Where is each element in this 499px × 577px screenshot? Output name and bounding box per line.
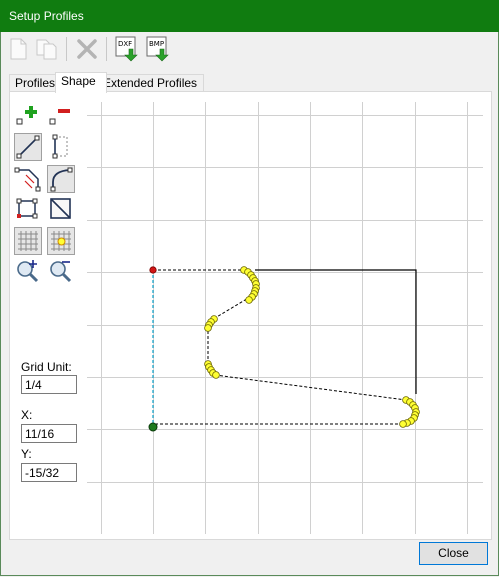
diagonal-shape-tool[interactable]: [47, 195, 75, 223]
zoom-in-icon[interactable]: [14, 257, 42, 285]
grid-unit-label: Grid Unit:: [21, 360, 72, 374]
toolbar: DXF BMP: [1, 32, 498, 68]
profile-arc-points: [204, 266, 420, 428]
remove-point-button[interactable]: [47, 102, 75, 130]
grid-lines: [87, 102, 483, 534]
delete-icon[interactable]: [73, 35, 101, 63]
y-coordinate-label: Y:: [21, 447, 32, 461]
end-point: [148, 422, 158, 432]
x-coordinate-field[interactable]: [21, 424, 77, 443]
grid-toggle-icon[interactable]: [14, 227, 42, 255]
grid-unit-field[interactable]: [21, 375, 77, 394]
bmp-label: BMP: [149, 40, 165, 48]
draw-line-tool[interactable]: [14, 133, 42, 161]
draw-arc-tool[interactable]: [47, 165, 75, 193]
tab-shape[interactable]: Shape: [55, 72, 107, 93]
y-coordinate-field[interactable]: [21, 463, 77, 482]
zoom-out-icon[interactable]: [47, 257, 75, 285]
import-dxf-button[interactable]: DXF: [113, 35, 141, 63]
profile-dashed-edges: [153, 269, 407, 425]
x-coordinate-label: X:: [21, 408, 33, 422]
copy-profile-icon[interactable]: [33, 35, 61, 63]
fillet-corner-tool[interactable]: [14, 165, 42, 193]
close-button[interactable]: Close: [419, 542, 488, 565]
add-point-button[interactable]: [14, 102, 42, 130]
profile-solid-edge: [255, 269, 417, 394]
dxf-label: DXF: [118, 40, 133, 48]
shape-canvas[interactable]: [87, 102, 483, 534]
import-bmp-button[interactable]: BMP: [144, 35, 172, 63]
shape-panel: Grid Unit: X: Y:: [9, 91, 492, 540]
rectangle-tool[interactable]: [14, 195, 42, 223]
dialog-body: DXF BMP Profiles Shape Extended Profiles: [0, 32, 499, 576]
vertical-guide-tool[interactable]: [47, 133, 75, 161]
start-point: [149, 266, 157, 274]
snap-to-grid-icon[interactable]: [47, 227, 75, 255]
title-bar: Setup Profiles: [0, 0, 499, 32]
new-profile-icon[interactable]: [4, 35, 32, 63]
window-title: Setup Profiles: [9, 9, 84, 23]
